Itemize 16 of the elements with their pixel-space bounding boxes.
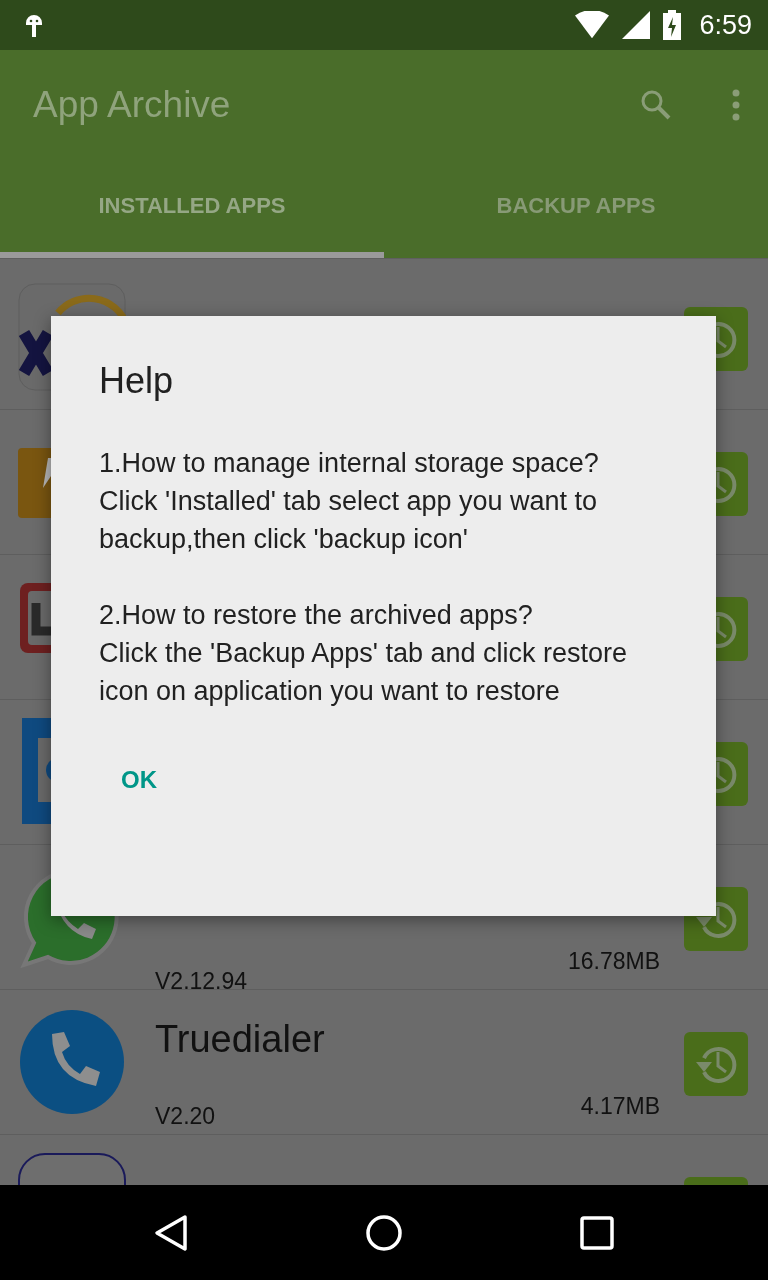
- ok-button[interactable]: OK: [99, 756, 179, 804]
- battery-icon: [663, 10, 682, 40]
- app-size: 4.17MB: [580, 1093, 660, 1120]
- app-version: V2.20: [155, 1103, 217, 1130]
- tab[interactable]: BACKUP APPS: [384, 160, 768, 258]
- dialog-title: Help: [99, 360, 175, 402]
- clock-time: 6:59: [699, 9, 752, 41]
- phone-icon: [18, 1008, 126, 1116]
- app-title: App Archive: [33, 84, 232, 126]
- app-name: Truedialer: [155, 1017, 326, 1062]
- dialog-message: 1.How to manage internal storage space? Click 'Installed' tab select app you want to backup,then click 'backup icon' 2.How to restore the archived apps? Click the 'Backup Apps' tab and click restore icon on application you want to restore: [99, 447, 629, 708]
- wifi-icon: [575, 11, 610, 39]
- app-version: V2.12.94: [155, 968, 249, 995]
- app-size: 16.78MB: [567, 948, 660, 975]
- home-icon[interactable]: [364, 1212, 404, 1253]
- tab[interactable]: INSTALLED APPS: [0, 160, 384, 258]
